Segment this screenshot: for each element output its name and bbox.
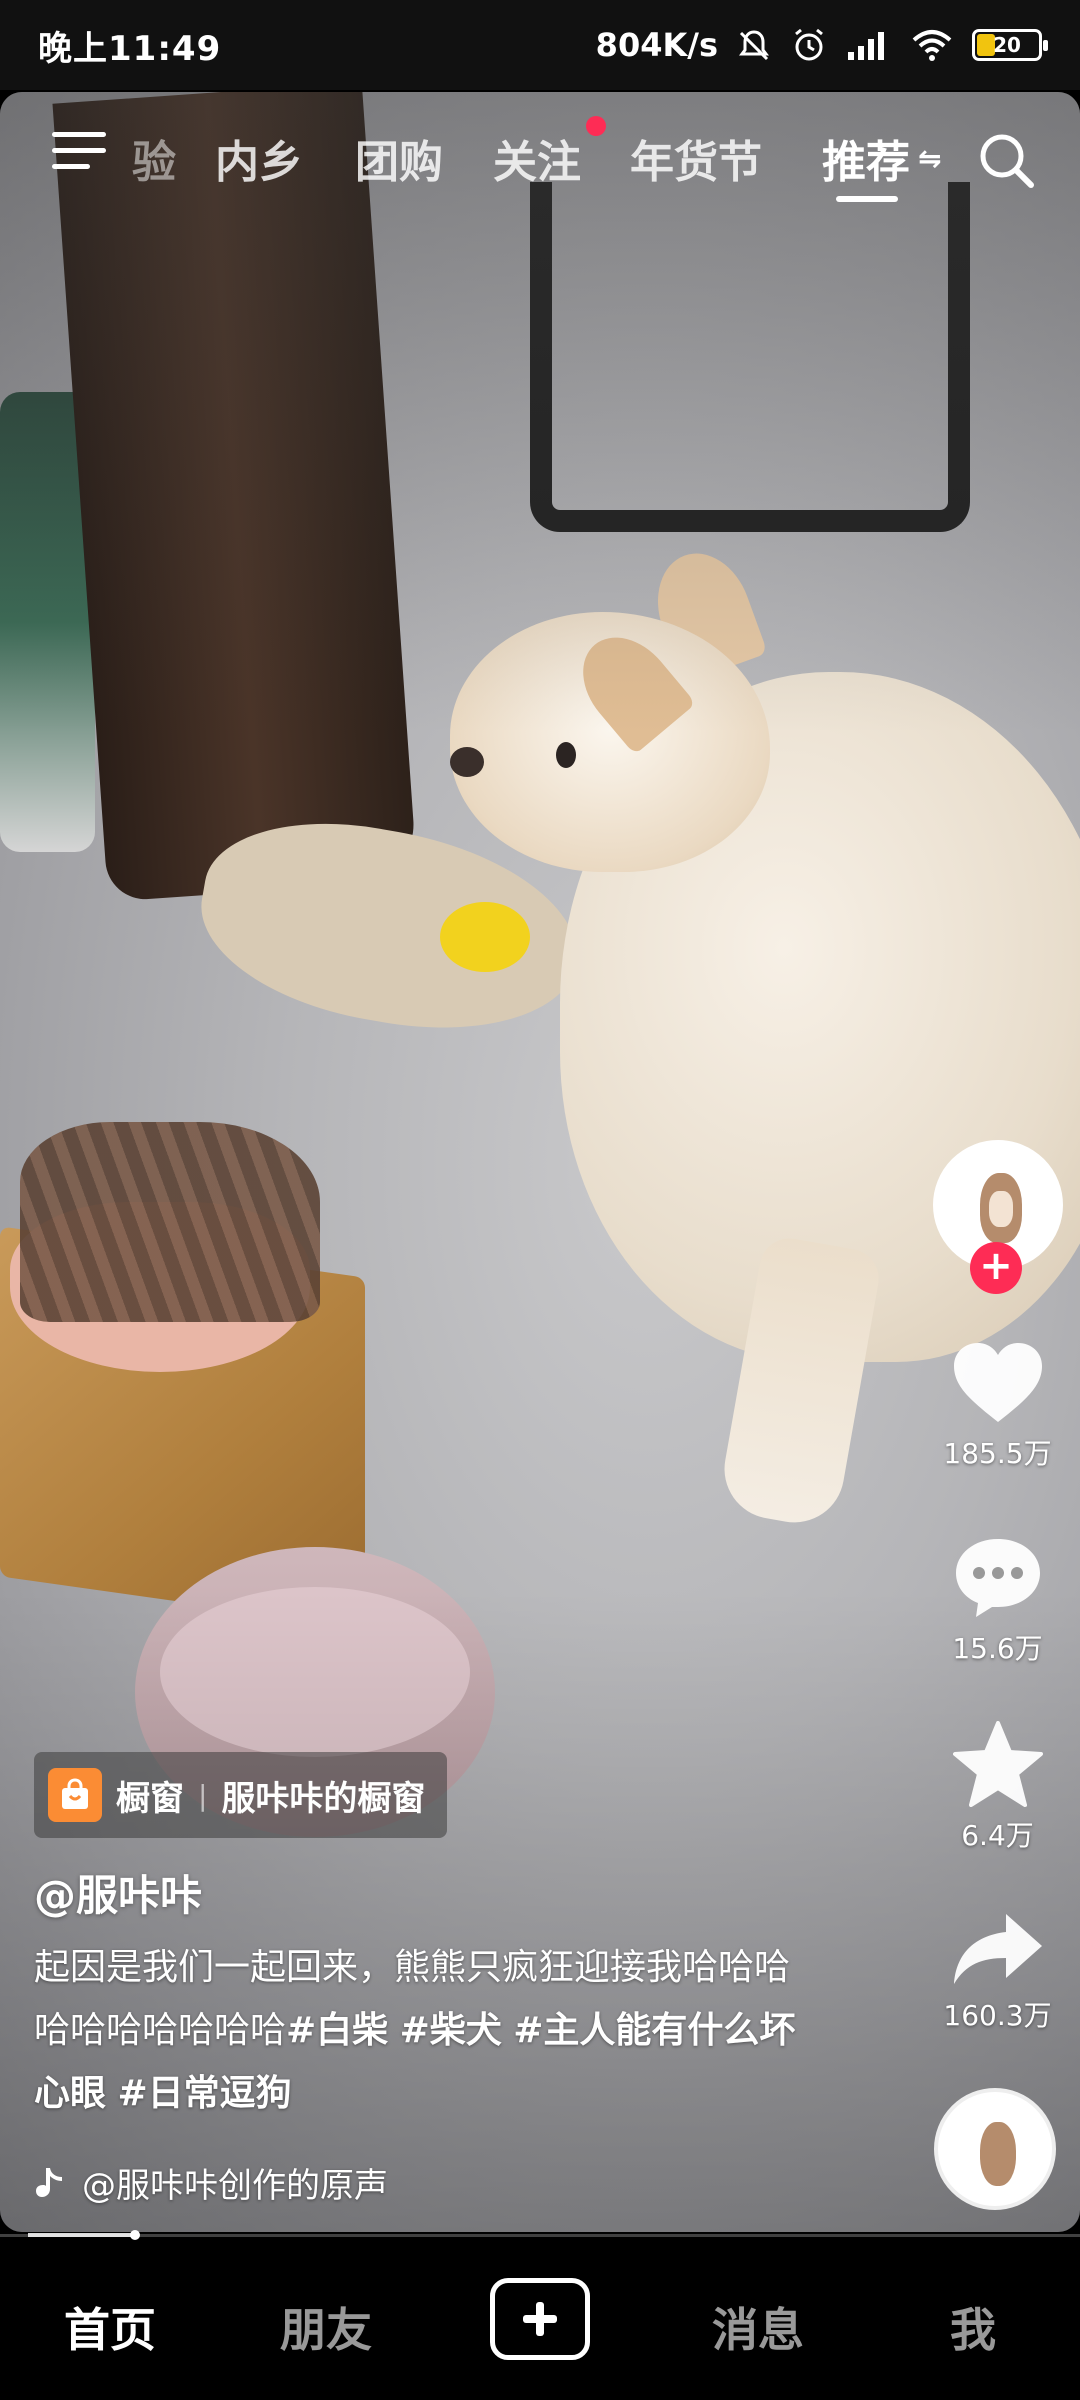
status-bar: 晚上11:49 804K/s 20: [0, 0, 1080, 90]
tab-recommended[interactable]: 推荐: [822, 126, 910, 190]
tab-new-year-festival[interactable]: 年货节: [630, 126, 762, 190]
hashtag[interactable]: #日常逗狗: [117, 2073, 291, 2114]
music-note-icon: [36, 2167, 62, 2197]
follow-plus-icon[interactable]: +: [970, 1242, 1022, 1294]
wifi-icon: [912, 30, 952, 61]
shop-window-badge[interactable]: 橱窗 | 服咔咔的橱窗: [34, 1752, 448, 1838]
search-icon[interactable]: [976, 130, 1036, 190]
like-button[interactable]: 185.5万: [930, 1340, 1065, 1472]
music-disc[interactable]: [934, 2088, 1056, 2210]
tab-home[interactable]: 首页: [64, 2294, 156, 2360]
signal-icon: [848, 32, 884, 60]
comment-icon[interactable]: [952, 1535, 1044, 1621]
shop-name: 服咔咔的橱窗: [221, 1778, 426, 1819]
heart-icon[interactable]: [950, 1340, 1046, 1426]
like-count: 185.5万: [943, 1437, 1052, 1470]
battery-level: 20: [993, 33, 1021, 57]
favorite-button[interactable]: 6.4万: [930, 1720, 1065, 1854]
author-name[interactable]: @服咔咔: [34, 1862, 202, 1923]
comment-button[interactable]: 15.6万: [930, 1535, 1065, 1667]
progress-fill: [28, 2233, 134, 2237]
tab-following[interactable]: 关注: [493, 126, 581, 190]
network-speed: 804K/s: [595, 26, 718, 64]
shopping-bag-icon: [48, 1768, 102, 1822]
progress-track[interactable]: [0, 2234, 1080, 2237]
menu-icon[interactable]: [52, 132, 106, 178]
progress-knob[interactable]: [130, 2230, 140, 2240]
tab-friends[interactable]: 朋友: [280, 2294, 372, 2360]
plus-icon: [523, 2302, 557, 2336]
shop-label: 橱窗: [116, 1778, 184, 1819]
star-icon[interactable]: [952, 1720, 1044, 1808]
create-button[interactable]: [490, 2278, 590, 2360]
shop-divider: |: [198, 1778, 208, 1812]
battery-icon: 20: [972, 29, 1048, 61]
share-arrow-icon[interactable]: [950, 1910, 1046, 1988]
tab-group-buy[interactable]: 团购: [355, 126, 443, 190]
comment-count: 15.6万: [952, 1632, 1043, 1665]
video-caption[interactable]: 起因是我们一起回来，熊熊只疯狂迎接我哈哈哈哈哈哈哈哈哈哈#白柴 #柴犬 #主人能…: [34, 1936, 814, 2125]
music-info[interactable]: @服咔咔创作的原声: [34, 2158, 388, 2207]
music-title: @服咔咔创作的原声: [82, 2166, 388, 2206]
tab-neixiang[interactable]: 内乡: [215, 126, 303, 190]
tab-me[interactable]: 我: [950, 2294, 996, 2360]
hashtag[interactable]: #柴犬: [400, 2010, 502, 2051]
favorite-count: 6.4万: [961, 1819, 1034, 1852]
bottom-tab-bar: 首页 朋友 消息 我: [0, 2240, 1080, 2400]
share-count: 160.3万: [943, 1999, 1052, 2032]
author-avatar-button[interactable]: +: [930, 1140, 1065, 1300]
tab-messages[interactable]: 消息: [712, 2294, 804, 2360]
switch-arrows-icon[interactable]: ⇋: [918, 142, 941, 175]
status-time: 晚上11:49: [38, 28, 222, 69]
alarm-icon: [795, 28, 823, 61]
tab-partial[interactable]: 验: [132, 126, 176, 190]
share-button[interactable]: 160.3万: [930, 1910, 1065, 2034]
mute-bell-icon: [739, 30, 769, 61]
hashtag[interactable]: #白柴: [286, 2010, 388, 2051]
notification-dot: [586, 116, 606, 136]
active-tab-indicator: [836, 196, 898, 202]
top-nav: 验 内乡 团购 关注 年货节 推荐 ⇋: [0, 92, 1080, 222]
status-icons: 804K/s 20: [595, 26, 1048, 64]
